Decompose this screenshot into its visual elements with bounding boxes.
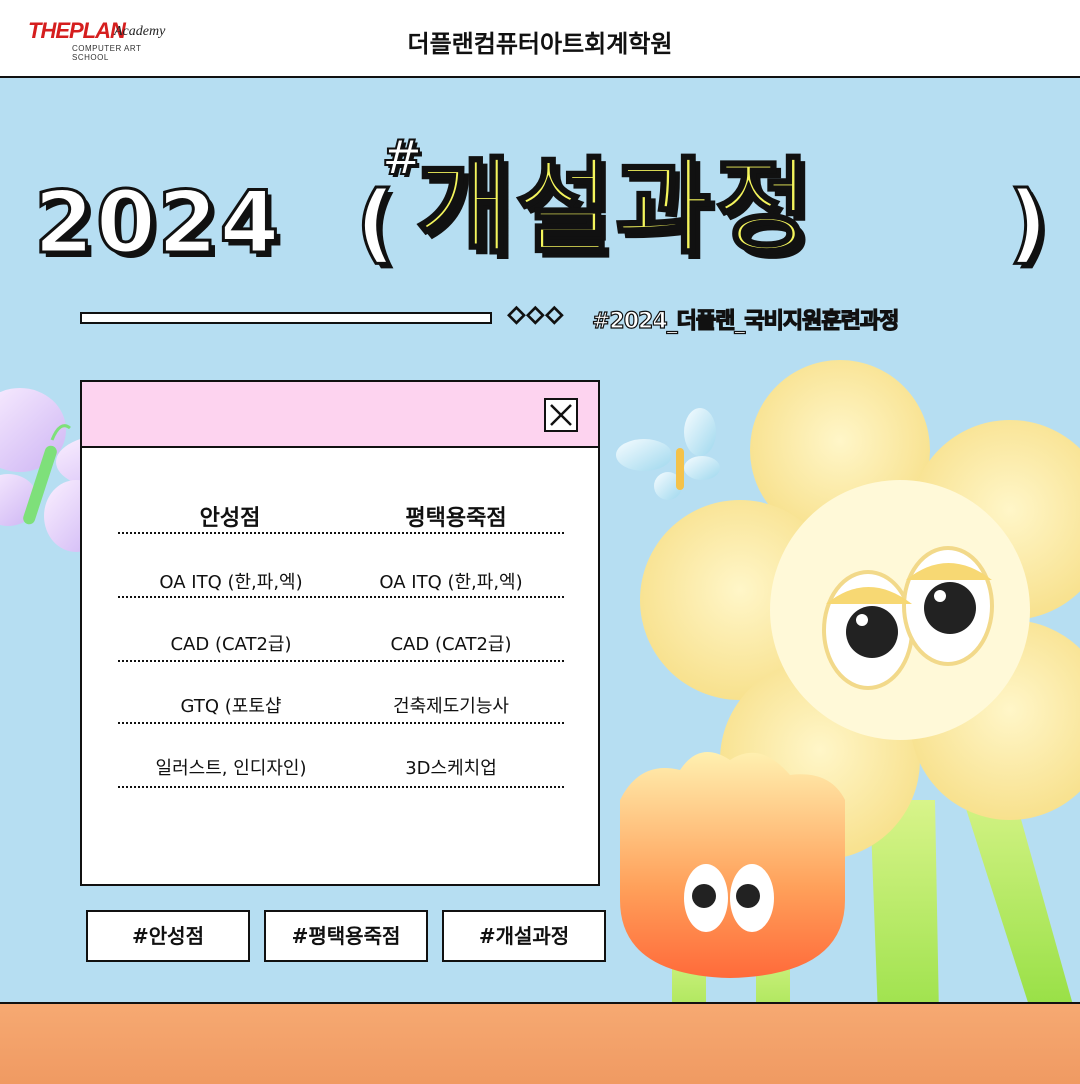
butterfly-icon	[616, 408, 720, 500]
tagline: #2024_더플랜_국비지원훈련과정	[591, 308, 900, 334]
row-divider	[118, 660, 564, 662]
course-window: 안성점 평택용죽점 OA ITQ (한,파,엑) OA ITQ (한,파,엑) …	[80, 380, 600, 886]
table-cell: OA ITQ (한,파,엑)	[379, 572, 523, 593]
close-icon	[550, 404, 572, 426]
row-divider	[118, 786, 564, 788]
table-cell: 일러스트, 인디자인)	[155, 758, 307, 779]
row-divider	[118, 722, 564, 724]
hero-title: 2024 ( # 개설과정 )	[30, 129, 1060, 280]
paren-open: (	[354, 173, 396, 273]
headline-text: 개설과정	[415, 146, 815, 268]
tag-button-anseong[interactable]: #안성점	[86, 910, 250, 962]
close-button[interactable]	[544, 398, 578, 432]
table-cell: CAD (CAT2급)	[170, 634, 292, 655]
column-header-pyeongtaek: 평택용죽점	[405, 506, 507, 531]
tag-button-courses[interactable]: #개설과정	[442, 910, 606, 962]
window-titlebar	[82, 382, 598, 448]
tag-button-pyeongtaek[interactable]: #평택용죽점	[264, 910, 428, 962]
table-cell: OA ITQ (한,파,엑)	[159, 572, 303, 593]
divider-line	[80, 312, 492, 324]
year-text: 2024	[32, 173, 282, 273]
row-divider	[118, 532, 564, 534]
diamond-icons: ◇◇◇	[507, 301, 565, 328]
table-cell: 3D스케치업	[405, 758, 497, 779]
row-divider	[118, 596, 564, 598]
column-header-anseong: 안성점	[199, 506, 261, 531]
table-cell: GTQ (포토샵	[180, 696, 282, 717]
table-cell: 건축제도기능사	[393, 696, 509, 717]
paren-close: )	[1006, 173, 1048, 273]
table-cell: CAD (CAT2급)	[390, 634, 512, 655]
ground	[0, 1002, 1080, 1084]
